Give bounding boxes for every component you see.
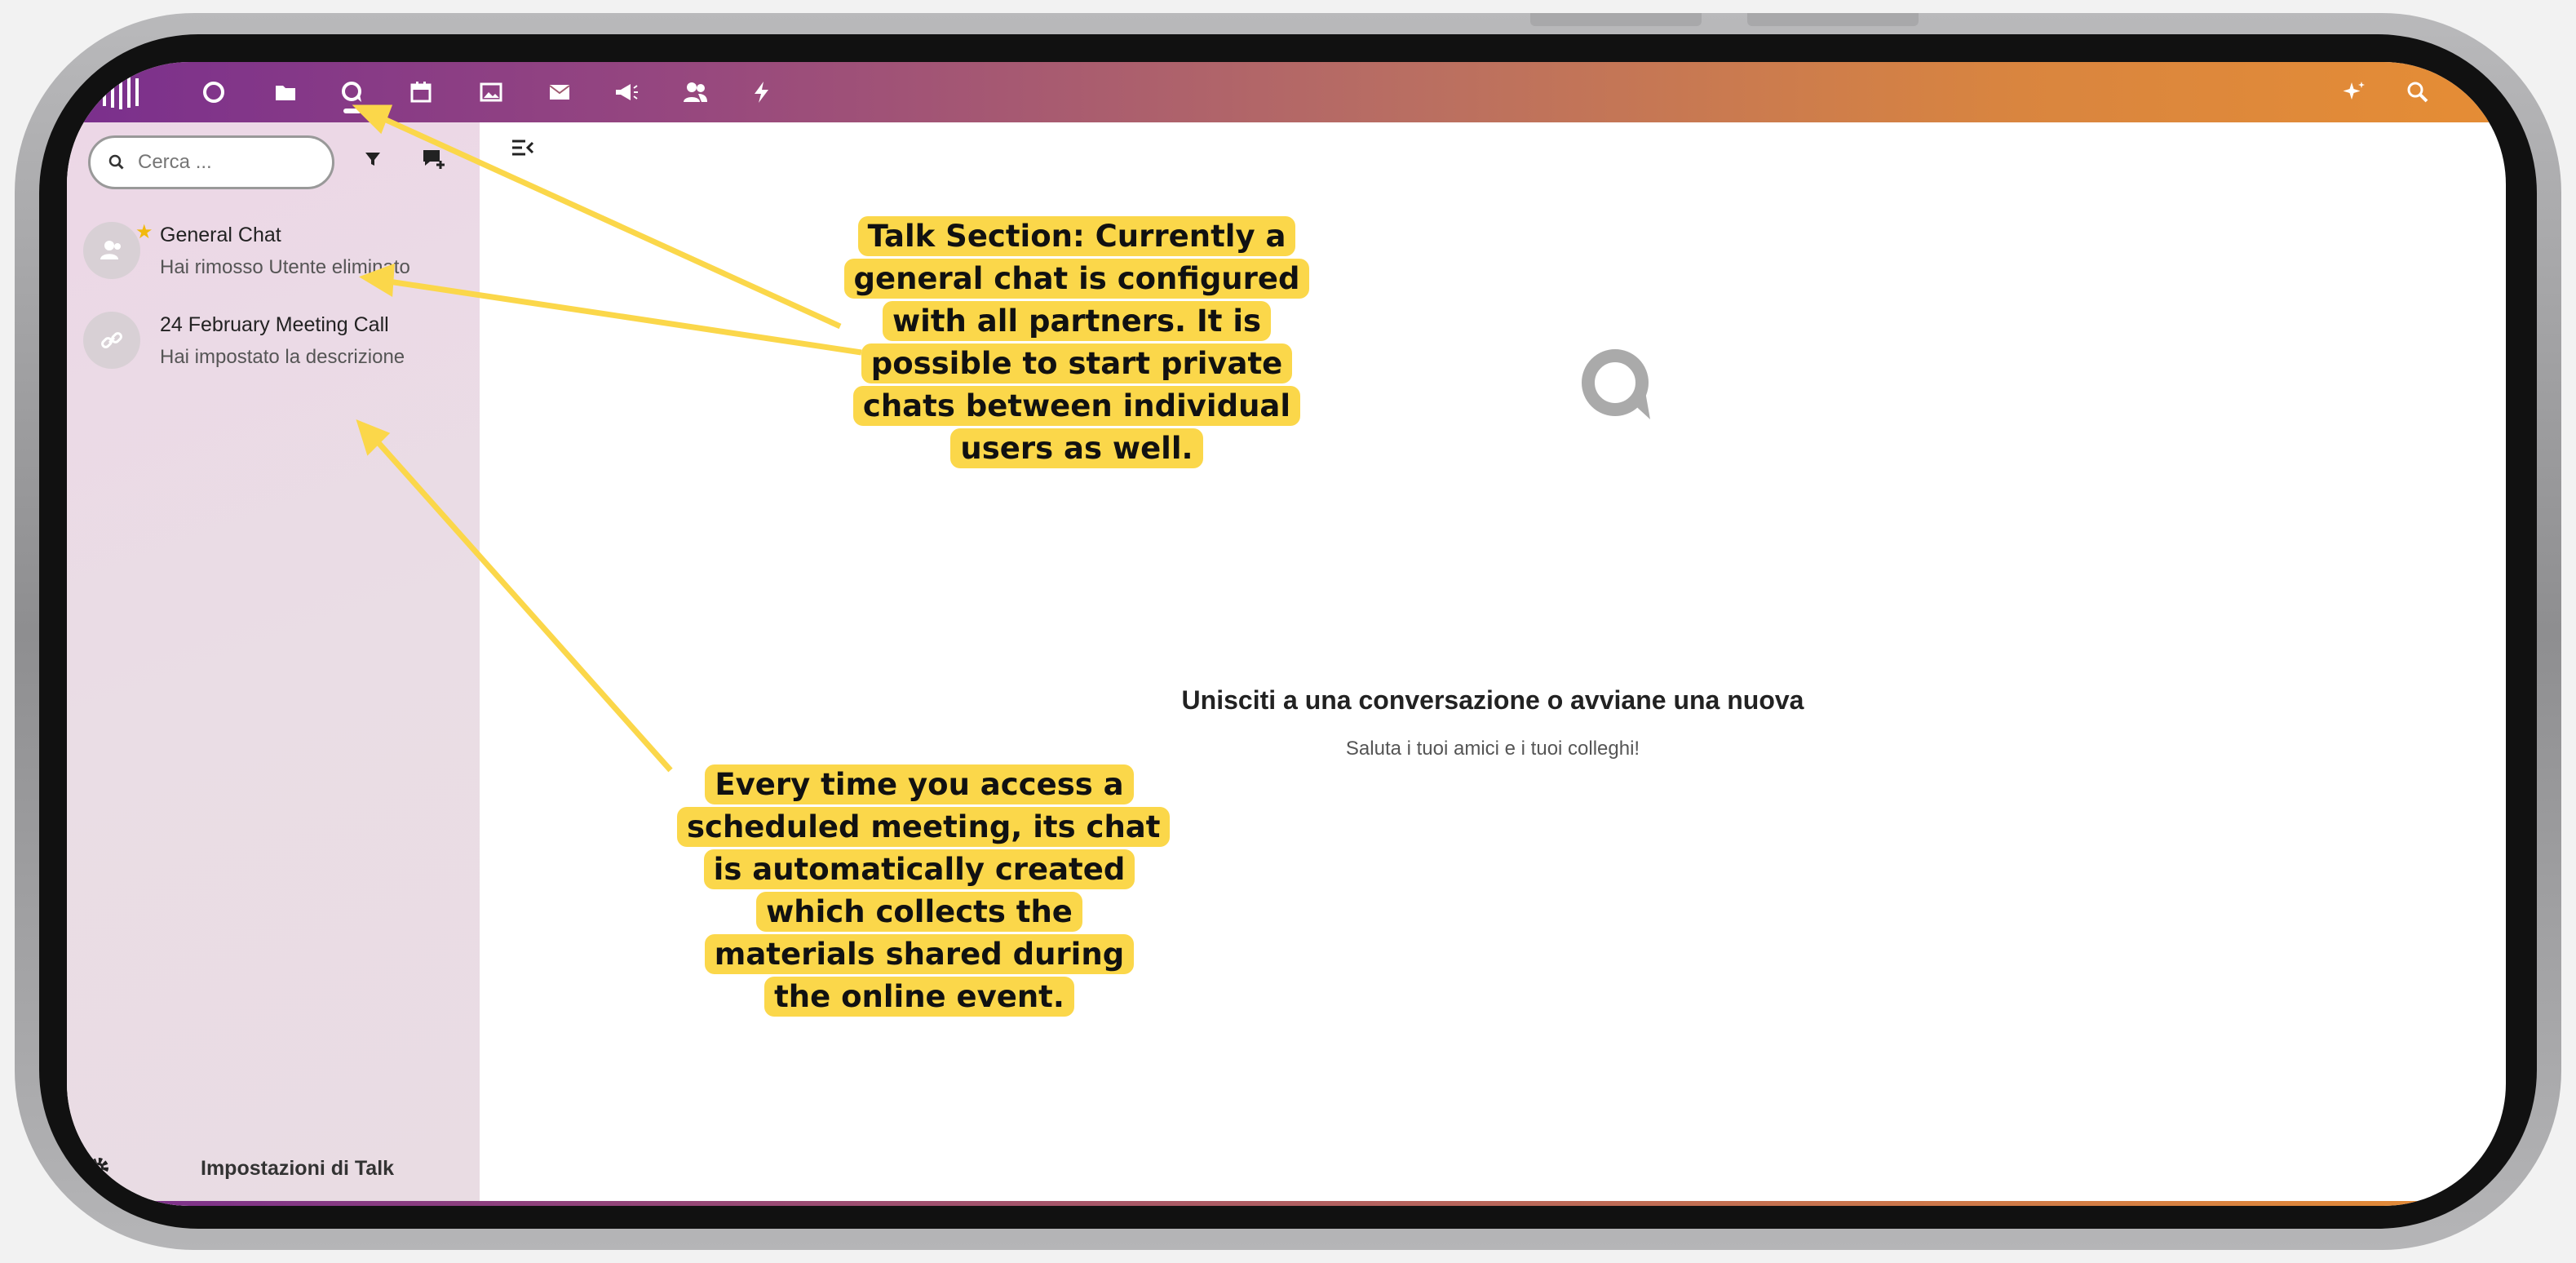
annotation-arrows [352,104,862,773]
meeting-chat-callout: Every time you access a scheduled meetin… [677,764,1171,1018]
arrow-to-general-chat [383,277,862,356]
arrow-to-talk-icon [372,111,842,330]
arrow-to-meeting-chat [371,435,673,773]
arrowhead [352,104,393,135]
talk-section-callout: Talk Section: Currently a general chat i… [816,215,1338,470]
meeting-chat-callout-text: Every time you access a scheduled meetin… [677,764,1171,1017]
arrowhead [358,263,395,297]
talk-section-callout-text: Talk Section: Currently a general chat i… [843,216,1310,468]
